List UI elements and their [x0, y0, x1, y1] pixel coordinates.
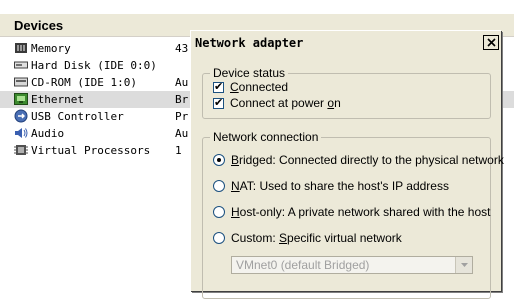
bridged-radio[interactable]: Bridged: Connected directly to the physi…	[213, 152, 504, 168]
dialog-titlebar[interactable]: Network adapter	[193, 33, 499, 53]
nat-label: NAT: Used to share the host's IP address	[231, 179, 449, 193]
radio-button[interactable]	[213, 206, 225, 218]
device-name: Audio	[31, 127, 65, 140]
vmnet-select[interactable]: VMnet0 (default Bridged)	[231, 256, 473, 274]
network-connection-legend: Network connection	[210, 130, 322, 144]
device-name: Hard Disk (IDE 0:0)	[31, 59, 157, 72]
dropdown-button[interactable]	[455, 257, 472, 273]
bridged-label: Bridged: Connected directly to the physi…	[231, 153, 504, 167]
close-button[interactable]	[483, 35, 499, 50]
radio-button[interactable]	[213, 232, 225, 244]
connect-at-power-on-checkbox[interactable]: ✔ Connect at power on	[213, 95, 341, 111]
nat-radio[interactable]: NAT: Used to share the host's IP address	[213, 178, 449, 194]
audio-icon	[15, 128, 28, 138]
device-name: Virtual Processors	[31, 144, 151, 157]
connect-at-power-on-label: Connect at power on	[230, 96, 341, 110]
device-status-legend: Device status	[210, 66, 289, 80]
processor-icon	[14, 145, 28, 155]
devices-title: Devices	[14, 18, 64, 33]
radio-selected-dot	[217, 158, 221, 162]
device-summary: Pr	[175, 110, 189, 123]
device-name: Memory	[31, 42, 71, 55]
close-icon	[486, 38, 496, 47]
chevron-down-icon	[460, 263, 468, 267]
connected-label: Connected	[230, 80, 289, 94]
custom-label: Custom: Specific virtual network	[231, 231, 402, 245]
hard-disk-icon	[14, 61, 28, 69]
ethernet-icon	[14, 93, 28, 105]
dialog-title: Network adapter	[195, 36, 304, 50]
memory-icon	[15, 43, 27, 53]
host-only-radio[interactable]: Host-only: A private network shared with…	[213, 204, 490, 220]
host-only-label: Host-only: A private network shared with…	[231, 205, 491, 219]
device-name: Ethernet	[31, 93, 84, 106]
checkbox-box[interactable]: ✔	[213, 79, 224, 93]
check-mark-icon: ✔	[214, 79, 224, 93]
vmnet-select-value: VMnet0 (default Bridged)	[236, 258, 370, 272]
custom-radio[interactable]: Custom: Specific virtual network	[213, 230, 402, 246]
network-connection-group: Network connection Bridged: Connected di…	[202, 130, 504, 299]
device-name: USB Controller	[31, 110, 124, 123]
device-summary: 1	[175, 144, 182, 157]
usb-icon	[14, 109, 28, 123]
checkbox-box[interactable]: ✔	[213, 95, 224, 109]
check-mark-icon: ✔	[214, 95, 224, 109]
device-status-group: Device status ✔ Connected ✔ Connect at p…	[202, 66, 491, 119]
connected-checkbox[interactable]: ✔ Connected	[213, 79, 288, 95]
radio-button[interactable]	[213, 180, 225, 192]
device-summary: 43	[175, 42, 189, 55]
radio-button[interactable]	[213, 154, 225, 166]
network-adapter-dialog: Network adapter Device status ✔ Connecte…	[190, 30, 504, 299]
device-name: CD-ROM (IDE 1:0)	[31, 76, 137, 89]
device-summary: Au	[175, 76, 189, 89]
device-summary: Br	[175, 93, 189, 106]
cdrom-icon	[14, 77, 28, 87]
device-summary: Au	[175, 127, 189, 140]
